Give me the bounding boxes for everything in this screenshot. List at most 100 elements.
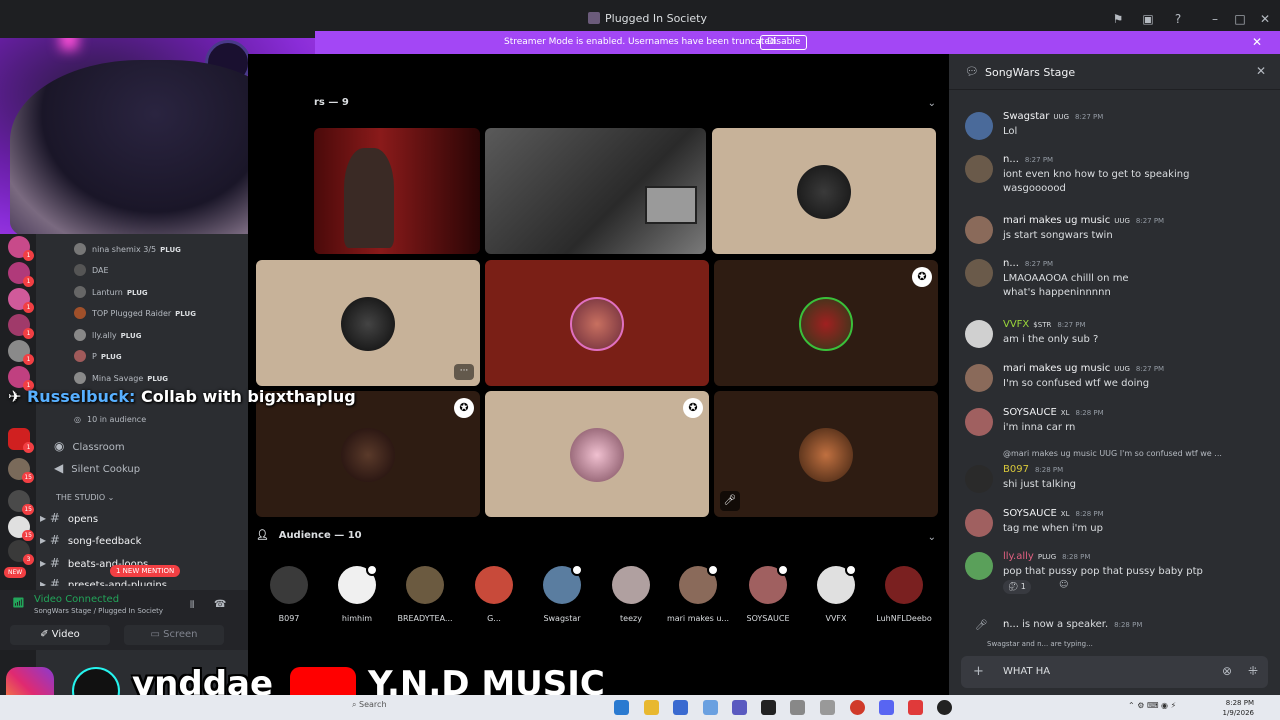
disable-streamer-button[interactable]: Disable: [760, 35, 808, 50]
teams-icon[interactable]: [732, 700, 747, 715]
speaker-tile[interactable]: [485, 260, 709, 386]
taskbar-search[interactable]: ⌕ Search: [352, 700, 387, 710]
chat-input-value[interactable]: WHAT HA: [1003, 666, 1050, 677]
stage-member[interactable]: DAE: [74, 264, 109, 282]
more-options-icon[interactable]: ···: [454, 364, 474, 380]
author-name[interactable]: n...: [1003, 619, 1019, 630]
avatar[interactable]: [965, 408, 993, 436]
soundboard-icon[interactable]: ⫴: [190, 600, 194, 611]
avatar[interactable]: [965, 112, 993, 140]
avatar[interactable]: [965, 155, 993, 183]
avatar[interactable]: [965, 216, 993, 244]
stage-member[interactable]: P PLUG: [74, 350, 122, 368]
audience-member[interactable]: mari makes u...: [665, 564, 731, 623]
minimize-icon[interactable]: –: [1207, 11, 1223, 27]
speaker-tile[interactable]: ✪: [485, 391, 709, 517]
server-icon[interactable]: 3: [8, 540, 34, 565]
chat-input[interactable]: + WHAT HA ⊗ ⁜: [961, 656, 1268, 688]
text-channel-song-feedback[interactable]: ▸ # song-feedback: [40, 533, 141, 547]
server-icon[interactable]: 1: [8, 288, 34, 313]
audience-member[interactable]: teezy: [598, 566, 664, 623]
speaker-tile[interactable]: [485, 128, 706, 254]
category-the-studio[interactable]: THE STUDIO ⌄: [56, 493, 114, 502]
speaker-tile[interactable]: [712, 128, 936, 254]
avatar[interactable]: [965, 259, 993, 287]
app-icon[interactable]: [908, 700, 923, 715]
emoji-icon[interactable]: ⊗: [1222, 664, 1232, 678]
avatar[interactable]: [965, 364, 993, 392]
disconnect-icon[interactable]: ☎: [214, 599, 226, 610]
obs-icon[interactable]: [937, 700, 952, 715]
server-icon[interactable]: 1: [8, 366, 34, 391]
chrome-icon[interactable]: [850, 700, 865, 715]
speaker-tile[interactable]: ···: [256, 260, 480, 386]
clock[interactable]: 8:28 PM 1/9/2026: [1223, 698, 1254, 718]
server-icon[interactable]: 1: [8, 428, 34, 453]
server-icon[interactable]: 1: [8, 236, 34, 261]
close-icon[interactable]: ✕: [1256, 64, 1266, 78]
stage-member[interactable]: Lanturn PLUG: [74, 286, 148, 304]
reply-preview[interactable]: @mari makes ug music UUG I'm so confused…: [1003, 449, 1222, 458]
server-icon[interactable]: 1: [8, 314, 34, 339]
speaker-tile[interactable]: [314, 128, 480, 254]
server-icon[interactable]: 15: [8, 458, 34, 483]
maximize-icon[interactable]: □: [1232, 11, 1248, 27]
stage-member[interactable]: TOP Plugged Raider PLUG: [74, 307, 196, 325]
author-name[interactable]: n...: [1003, 154, 1019, 165]
audience-member[interactable]: B097: [256, 566, 322, 623]
avatar[interactable]: [965, 509, 993, 537]
reaction-chip[interactable]: 🤔︎ 1: [1003, 580, 1031, 594]
author-name[interactable]: n...: [1003, 258, 1019, 269]
author-name[interactable]: SOYSAUCE: [1003, 407, 1057, 418]
server-icon[interactable]: 15: [8, 490, 34, 515]
app-icon[interactable]: [790, 700, 805, 715]
chevron-down-icon[interactable]: ⌄: [928, 532, 936, 543]
close-icon[interactable]: ✕: [1252, 35, 1262, 49]
speaker-tile[interactable]: ✪: [714, 260, 938, 386]
screen-icon[interactable]: ▣: [1140, 11, 1156, 27]
stage-member[interactable]: lly.ally PLUG: [74, 329, 141, 347]
video-button[interactable]: ✐ Video: [10, 625, 110, 645]
author-name[interactable]: B097: [1003, 464, 1029, 475]
screen-share-button[interactable]: ▭ Screen: [124, 625, 224, 645]
avatar[interactable]: [965, 552, 993, 580]
author-name[interactable]: Swagstar: [1003, 111, 1049, 122]
text-channel-opens[interactable]: ▸ # opens: [40, 511, 98, 525]
apps-icon[interactable]: ⁜: [1248, 664, 1258, 678]
plus-icon[interactable]: +: [973, 664, 984, 679]
text-channel-presets-and-plugins[interactable]: ▸ # presets-and-plugins: [40, 577, 167, 586]
author-name[interactable]: mari makes ug music: [1003, 215, 1110, 226]
server-icon[interactable]: 1: [8, 262, 34, 287]
inbox-icon[interactable]: ⚑: [1110, 11, 1126, 27]
tray-icons[interactable]: ⌃ ⚙ ⌨ ◉ ⚡: [1128, 701, 1176, 710]
discord-icon[interactable]: [879, 700, 894, 715]
voice-channel-silent-cookup[interactable]: ◀︎ Silent Cookup: [54, 461, 140, 475]
store-icon[interactable]: [673, 700, 688, 715]
chevron-down-icon[interactable]: ⌄: [928, 98, 936, 109]
folder-icon[interactable]: [644, 700, 659, 715]
new-mention-badge[interactable]: 1 NEW MENTION: [110, 565, 181, 577]
author-name[interactable]: VVFX: [1003, 319, 1029, 330]
server-icon[interactable]: 15: [8, 516, 34, 541]
stage-member[interactable]: nina shemix 3/5 PLUG: [74, 243, 181, 261]
author-name[interactable]: SOYSAUCE: [1003, 508, 1057, 519]
add-reaction-icon[interactable]: ☺: [1059, 580, 1068, 590]
audience-member[interactable]: BREADYTEA...: [392, 566, 458, 623]
speaker-tile[interactable]: ✪: [256, 391, 480, 517]
avatar[interactable]: [965, 320, 993, 348]
audience-member[interactable]: SOYSAUCE: [735, 564, 801, 623]
app-icon[interactable]: [703, 700, 718, 715]
speaker-tile[interactable]: 🎤︎: [714, 391, 938, 517]
audience-member[interactable]: himhim: [324, 564, 390, 623]
app-icon[interactable]: [761, 700, 776, 715]
help-icon[interactable]: ?: [1170, 11, 1186, 27]
avatar[interactable]: [965, 465, 993, 493]
close-window-icon[interactable]: ✕: [1257, 11, 1273, 27]
audience-member[interactable]: LuhNFLDeebo: [871, 566, 937, 623]
author-name[interactable]: lly.ally: [1003, 551, 1034, 562]
audience-member[interactable]: VVFX: [803, 564, 869, 623]
server-icon[interactable]: 1: [8, 340, 34, 365]
voice-channel-classroom[interactable]: ◉ Classroom: [54, 439, 125, 453]
settings-icon[interactable]: [820, 700, 835, 715]
audience-member[interactable]: Swagstar: [529, 564, 595, 623]
